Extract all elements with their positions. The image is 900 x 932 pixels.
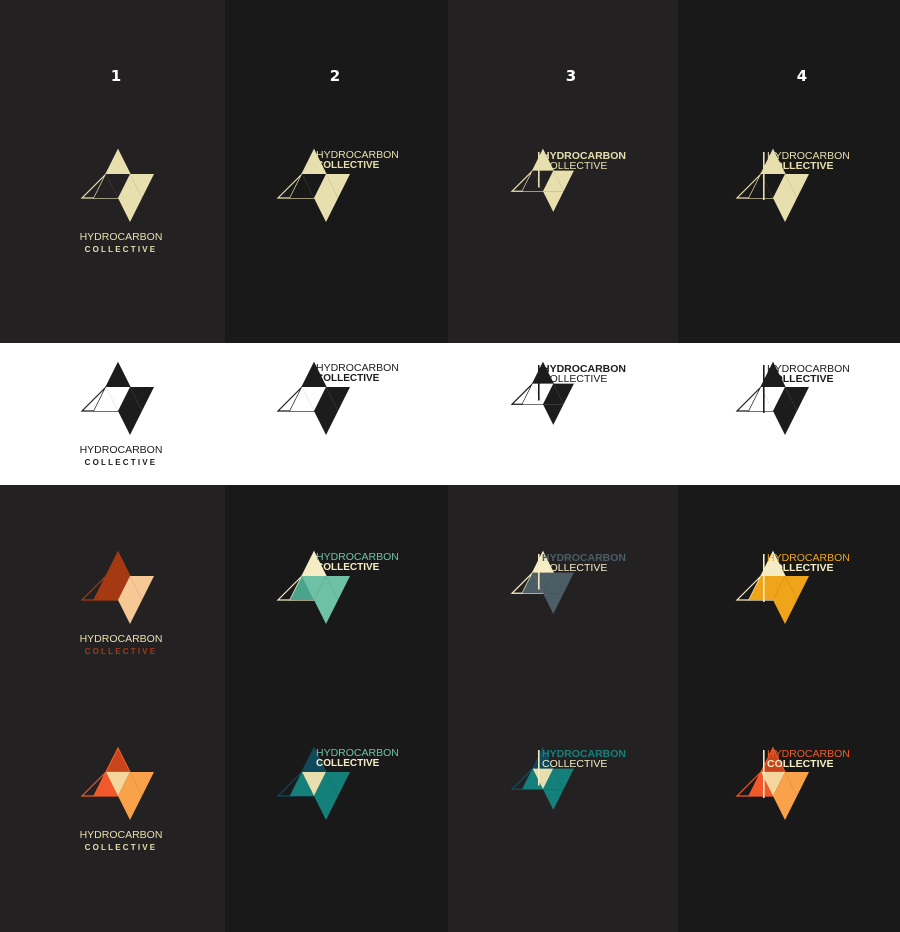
logo-wordmark-line2: COLLECTIVE [767, 373, 834, 385]
logo-bottom-triangle [773, 796, 797, 820]
logo-divider-bar [763, 750, 765, 798]
logo-wordmark-line1: HYDROCARBON [80, 444, 163, 456]
logo-bottom-triangle [773, 600, 797, 624]
logo-wordmark-line2: COLLECTIVE [316, 562, 380, 573]
logo-wordmark-line2: COLLECTIVE [316, 373, 380, 384]
logo-bottom-triangle [314, 600, 338, 624]
logo-wordmark-line2: COLLECTIVE [85, 843, 158, 852]
logo-dark-2: HYDROCARBONCOLLECTIVE [276, 148, 399, 222]
logo-dark-3: HYDROCARBONCOLLECTIVE [510, 148, 626, 212]
logo-bottom-triangle [314, 411, 338, 435]
logo-dark-1: HYDROCARBON COLLECTIVE [80, 148, 163, 254]
logo-wordmark-line2: COLLECTIVE [767, 562, 834, 574]
logo-bottom-triangle [118, 411, 142, 435]
logo-divider-bar [763, 152, 765, 200]
logo-color-b-1: HYDROCARBON COLLECTIVE [80, 746, 163, 852]
logo-wordmark-line1: HYDROCARBON [80, 633, 163, 645]
logo-divider-bar [538, 750, 540, 786]
logo-wordmark-line1: HYDROCARBON [80, 829, 163, 841]
logo-wordmark-line2: COLLECTIVE [767, 160, 834, 172]
logo-bottom-triangle [314, 796, 338, 820]
logo-top-triangle [105, 361, 131, 388]
logo-bottom-triangle [542, 593, 564, 614]
logo-dark-4: HYDROCARBONCOLLECTIVE [735, 148, 850, 222]
logo-wordmark-line2: COLLECTIVE [85, 245, 158, 254]
logo-bottom-triangle [773, 411, 797, 435]
logo-bottom-triangle [542, 404, 564, 425]
logo-light-3: HYDROCARBONCOLLECTIVE [510, 361, 626, 425]
logo-divider-bar [763, 554, 765, 602]
logo-color-a-1: HYDROCARBON COLLECTIVE [80, 550, 163, 656]
logo-bottom-triangle [773, 198, 797, 222]
logo-top-triangle [105, 148, 131, 175]
logo-divider-bar [763, 365, 765, 413]
logo-wordmark-line2: COLLECTIVE [542, 758, 607, 770]
logo-color-a-2: HYDROCARBONCOLLECTIVE [276, 550, 399, 624]
logo-color-b-2: HYDROCARBONCOLLECTIVE [276, 746, 399, 820]
logo-color-b-4: HYDROCARBONCOLLECTIVE [735, 746, 850, 820]
logo-color-a-3: HYDROCARBONCOLLECTIVE [510, 550, 626, 614]
logo-light-2: HYDROCARBONCOLLECTIVE [276, 361, 399, 435]
logo-wordmark-line2: COLLECTIVE [316, 758, 380, 769]
logo-light-1: HYDROCARBON COLLECTIVE [80, 361, 163, 467]
logo-top-triangle [105, 746, 131, 773]
logo-bottom-triangle [542, 191, 564, 212]
logo-divider-bar [538, 554, 540, 590]
logo-divider-bar [538, 152, 540, 188]
logo-grid: HYDROCARBON COLLECTIVE HYDROCARBON COLLECTI… [80, 148, 850, 852]
logo-bottom-triangle [118, 600, 142, 624]
logo-bottom-triangle [118, 198, 142, 222]
logo-wordmark-line2: COLLECTIVE [542, 160, 607, 172]
logo-color-a-4: HYDROCARBONCOLLECTIVE [735, 550, 850, 624]
logo-bottom-triangle [118, 796, 142, 820]
logo-wordmark-line2: COLLECTIVE [316, 160, 380, 171]
logo-bottom-triangle [314, 198, 338, 222]
logo-top-triangle [105, 550, 131, 577]
logo-wordmark-line2: COLLECTIVE [85, 458, 158, 467]
logo-color-b-3: HYDROCARBONCOLLECTIVE [510, 746, 626, 810]
logo-light-4: HYDROCARBONCOLLECTIVE [735, 361, 850, 435]
logo-wordmark-line2: COLLECTIVE [542, 562, 607, 574]
logo-divider-bar [538, 365, 540, 401]
logo-wordmark-line2: COLLECTIVE [767, 758, 834, 770]
logo-bottom-triangle [542, 789, 564, 810]
logo-wordmark-line2: COLLECTIVE [85, 647, 158, 656]
logo-wordmark-line1: HYDROCARBON [80, 231, 163, 243]
logo-wordmark-line2: COLLECTIVE [542, 373, 607, 385]
